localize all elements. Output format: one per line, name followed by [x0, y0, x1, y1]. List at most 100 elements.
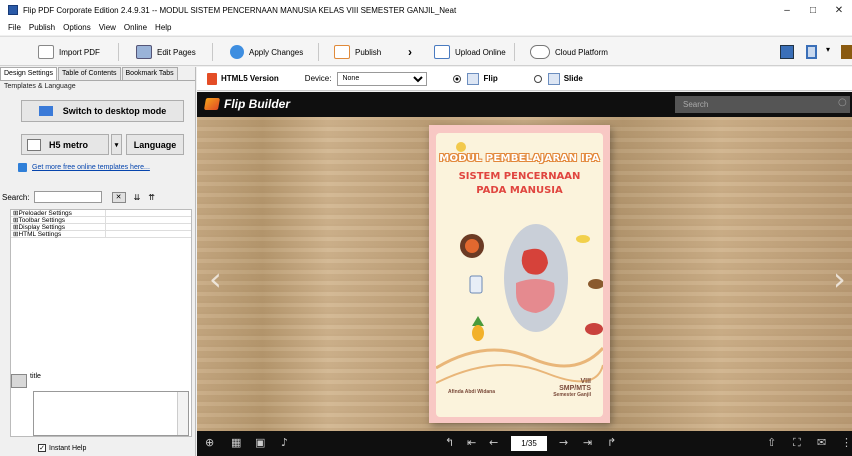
- device-select[interactable]: None: [337, 71, 428, 86]
- settings-row-toolbar[interactable]: ⊞Toolbar Settings: [11, 217, 191, 224]
- brand-name: Flip Builder: [224, 97, 290, 111]
- help-icon: [18, 163, 27, 172]
- next-page-icon[interactable]: →: [559, 436, 568, 449]
- menu-options[interactable]: Options: [63, 23, 91, 32]
- chevron-right-icon: ›: [408, 45, 412, 59]
- redo-icon[interactable]: ↱: [607, 436, 616, 449]
- tab-design-settings[interactable]: Design Settings: [0, 67, 58, 80]
- menu-help[interactable]: Help: [155, 23, 171, 32]
- cover-school: SMP/MTS: [559, 385, 591, 392]
- tab-table-of-contents[interactable]: Table of Contents: [58, 67, 121, 80]
- close-button[interactable]: ✕: [826, 0, 852, 20]
- upload-online-button[interactable]: Upload Online: [434, 43, 506, 61]
- menu-bar: File Publish Options View Online Help: [0, 20, 852, 35]
- apply-changes-button[interactable]: Apply Changes: [230, 43, 303, 61]
- settings-row-preloader[interactable]: ⊞Preloader Settings: [11, 210, 191, 217]
- search-row: Search: ✕ ⇊ ⇈: [2, 190, 192, 204]
- templates-link-row[interactable]: Get more free online templates here...: [18, 163, 150, 172]
- publish-icon: [334, 45, 350, 59]
- zoom-icon[interactable]: ⊕: [205, 436, 214, 449]
- clear-search-icon[interactable]: ✕: [111, 191, 126, 203]
- device-label: Device:: [304, 74, 332, 83]
- tab-bookmark-tabs[interactable]: Bookmark Tabs: [121, 67, 178, 80]
- switch-desktop-button[interactable]: Switch to desktop mode: [21, 100, 184, 122]
- cloud-platform-button[interactable]: Cloud Platform: [530, 43, 608, 61]
- main-toolbar: Import PDF Edit Pages Apply Changes Publ…: [0, 36, 852, 66]
- pdf-icon: [38, 45, 54, 59]
- templates-link[interactable]: Get more free online templates here...: [32, 164, 150, 171]
- autoplay-icon[interactable]: ▣: [255, 436, 265, 449]
- share-icon[interactable]: ⇧: [767, 436, 776, 449]
- previous-page-arrow[interactable]: ‹: [209, 260, 222, 298]
- flipbook-viewer: Flip Builder Search ○ ‹ › MODUL PEMBELAJ…: [197, 92, 852, 456]
- menu-publish[interactable]: Publish: [29, 23, 55, 32]
- collapse-all-icon[interactable]: ⇊: [134, 193, 141, 202]
- import-pdf-label: Import PDF: [59, 47, 100, 57]
- first-page-icon[interactable]: ⇤: [467, 436, 476, 449]
- last-page-icon[interactable]: ⇥: [583, 436, 592, 449]
- template-icon: [27, 138, 41, 151]
- flip-radio[interactable]: [453, 74, 462, 83]
- language-button[interactable]: Language: [126, 134, 184, 155]
- template-name: H5 metro: [49, 139, 89, 150]
- menu-file[interactable]: File: [8, 23, 21, 32]
- book-cover-inner: MODUL PEMBELAJARAN IPA SISTEM PENCERNAAN…: [436, 133, 603, 417]
- settings-row-display[interactable]: ⊞Display Settings: [11, 224, 191, 231]
- viewer-bottom-toolbar: ⊕ ▦ ▣ ♪ ↰ ⇤ ← 1/35 → ⇥ ↱ ⇧ ⛶ ✉ ⋮: [197, 431, 852, 456]
- maximize-button[interactable]: □: [800, 0, 826, 20]
- refresh-icon: [230, 45, 244, 59]
- toolbar-divider: [212, 43, 213, 61]
- tablet-view-icon[interactable]: [806, 45, 817, 59]
- templates-group-label: Templates & Language: [4, 83, 76, 90]
- more-icon[interactable]: ⋮: [841, 436, 852, 449]
- instant-help-checkbox[interactable]: ✓: [38, 444, 46, 452]
- help-scrollbar[interactable]: [177, 392, 188, 435]
- cover-subtitle-line1: SISTEM PENCERNAAN: [458, 171, 581, 182]
- cover-author: Afinda Abdi Widana: [448, 389, 495, 395]
- template-select-button[interactable]: H5 metro: [21, 134, 109, 155]
- search-label: Search:: [2, 192, 30, 202]
- undo-icon[interactable]: ↰: [445, 436, 454, 449]
- previous-page-icon[interactable]: ←: [489, 436, 498, 449]
- next-page-arrow[interactable]: ›: [833, 260, 846, 298]
- search-icon[interactable]: ○: [838, 97, 847, 108]
- app-icon: [8, 5, 18, 15]
- toolbar-divider: [514, 43, 515, 61]
- publish-button[interactable]: Publish: [334, 43, 381, 61]
- edit-pages-button[interactable]: Edit Pages: [136, 43, 196, 61]
- page-number-input[interactable]: 1/35: [511, 436, 547, 451]
- chevron-down-icon[interactable]: ▾: [826, 45, 834, 59]
- import-pdf-button[interactable]: Import PDF: [38, 43, 100, 61]
- apply-changes-label: Apply Changes: [249, 47, 304, 57]
- viewer-search-input[interactable]: Search: [675, 96, 850, 113]
- thumbnails-icon[interactable]: ▦: [231, 436, 241, 449]
- menu-view[interactable]: View: [99, 23, 116, 32]
- slide-option[interactable]: Slide: [547, 72, 583, 85]
- phone-view-icon[interactable]: [841, 45, 852, 59]
- book-cover-page[interactable]: MODUL PEMBELAJARAN IPA SISTEM PENCERNAAN…: [429, 125, 610, 423]
- expand-all-icon[interactable]: ⇈: [148, 193, 155, 202]
- cover-grade: VIII: [580, 378, 591, 385]
- bread-icon: [588, 279, 603, 289]
- html5-version-tab[interactable]: HTML5 Version: [207, 72, 279, 85]
- slide-radio[interactable]: [533, 74, 542, 83]
- settings-row-html[interactable]: ⊞HTML Settings: [11, 231, 191, 238]
- menu-online[interactable]: Online: [124, 23, 147, 32]
- email-icon[interactable]: ✉: [817, 436, 826, 449]
- cloud-icon: [530, 45, 550, 59]
- settings-label: ⊞HTML Settings: [11, 231, 106, 238]
- flip-label: Flip: [483, 74, 498, 83]
- fullscreen-icon[interactable]: ⛶: [793, 436, 801, 450]
- monitor-icon: [38, 106, 53, 116]
- template-dropdown-arrow[interactable]: ▾: [111, 134, 122, 155]
- html5-icon: [207, 72, 217, 85]
- toolbar-divider: [118, 43, 119, 61]
- app-window: Flip PDF Corporate Edition 2.4.9.31 -- M…: [0, 0, 852, 456]
- toolbar-divider: [318, 43, 319, 61]
- search-input[interactable]: [33, 191, 102, 203]
- flip-option[interactable]: Flip: [467, 72, 498, 85]
- sound-icon[interactable]: ♪: [281, 436, 288, 449]
- desktop-view-icon[interactable]: [780, 45, 794, 59]
- instant-help-checkbox-row[interactable]: ✓ Instant Help: [38, 444, 86, 452]
- minimize-button[interactable]: –: [774, 0, 800, 20]
